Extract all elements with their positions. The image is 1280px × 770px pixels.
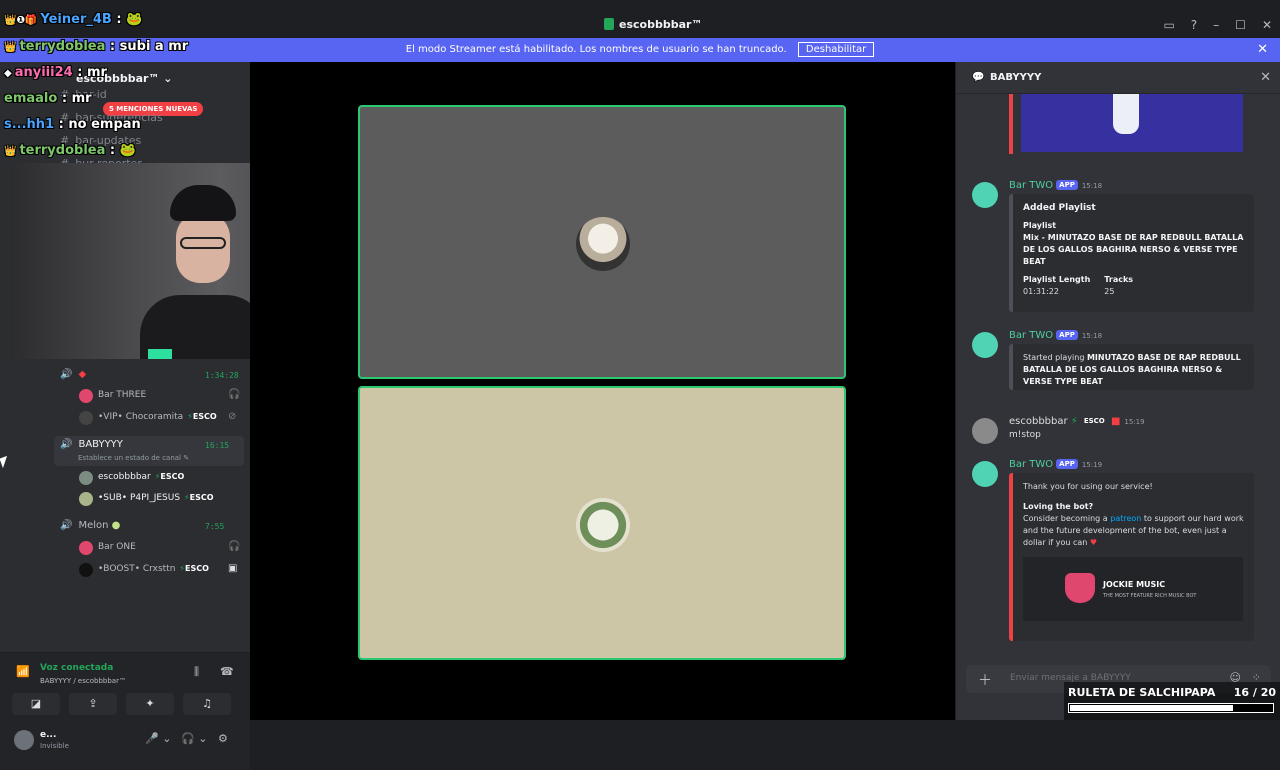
disable-streamer-button[interactable]: Deshabilitar xyxy=(797,42,875,57)
participant-tile[interactable] xyxy=(358,386,846,660)
bot-avatar[interactable] xyxy=(972,332,998,358)
hash-icon: # xyxy=(60,134,70,147)
avatar xyxy=(79,471,93,485)
chat-title: BABYYYY xyxy=(990,72,1042,83)
speaker-icon: 🔊 xyxy=(60,439,73,450)
screen-share-button[interactable]: ⇪ xyxy=(69,693,117,715)
chat-bubble-icon: 💬 xyxy=(972,72,985,83)
voice-channel-melon[interactable]: 🔊 Melon ● xyxy=(60,520,120,531)
server-icon xyxy=(604,18,614,30)
help-icon[interactable]: ? xyxy=(1191,18,1197,32)
ruleta-progress-fill xyxy=(1070,705,1234,711)
channel-bar-updates[interactable]: # bar-updates xyxy=(60,134,141,147)
disconnect-icon[interactable]: ☎ xyxy=(220,665,234,678)
server-name[interactable]: escobbbbar™ ⌄ xyxy=(76,72,172,85)
jockie-logo-icon xyxy=(1065,573,1095,603)
cup-image xyxy=(1113,94,1139,134)
avatar xyxy=(79,389,93,403)
channel-status[interactable]: Establece un estado de canal ✎ xyxy=(78,454,189,462)
plus-icon[interactable]: ＋ xyxy=(978,670,992,690)
voice-timer: 16:15 xyxy=(205,441,230,450)
avatar xyxy=(79,541,93,555)
user-panel: e... Invisible 🎤 ⌄ 🎧 ⌄ ⚙ xyxy=(0,720,250,770)
activities-button[interactable]: ✦ xyxy=(126,693,174,715)
voice-channel-1[interactable]: 🔊 ◆ xyxy=(60,369,86,380)
cherub-avatar xyxy=(576,498,630,552)
melon-icon: ● xyxy=(111,520,121,531)
username: e... xyxy=(40,730,57,740)
streamer-mode-bar: El modo Streamer está habilitado. Los no… xyxy=(0,38,1280,62)
embed-image xyxy=(1009,94,1254,154)
bot-avatar[interactable] xyxy=(972,182,998,208)
channel-bar-sugerencias[interactable]: # bar-sugerencias xyxy=(60,111,163,124)
ruleta-title: RULETA DE SALCHIPAPA xyxy=(1068,686,1216,699)
channel-emoji-icon: ◆ xyxy=(78,369,87,380)
close-icon[interactable]: ✕ xyxy=(1257,38,1268,62)
soundboard-button[interactable]: ♫ xyxy=(183,693,231,715)
text-chat-panel: 💬 BABYYYY ✕ Bar TWO APP 15:18 Added Playli… xyxy=(955,62,1280,720)
inbox-icon[interactable]: ▭ xyxy=(1163,18,1174,32)
streamer-mode-text: El modo Streamer está habilitado. Los no… xyxy=(405,44,787,55)
participant-tile[interactable] xyxy=(358,105,846,379)
camera-button[interactable]: ◪ xyxy=(12,693,60,715)
embed: Thank you for using our service! Loving … xyxy=(1009,473,1254,641)
heart-icon: ♥ xyxy=(1089,538,1098,547)
muted-icon: ⊘ xyxy=(228,411,237,422)
microphone-icon[interactable]: 🎤 ⌄ xyxy=(145,732,171,745)
voice-member[interactable]: •VIP• Chocoramita ⚡ESCO ⊘ xyxy=(0,408,250,428)
voice-timer: 7:55 xyxy=(205,522,225,531)
embed: Started playing MINUTAZO BASE DE RAP RED… xyxy=(1009,344,1254,390)
bot-avatar[interactable] xyxy=(972,461,998,487)
hash-icon: # xyxy=(60,111,70,124)
channel-bar-id[interactable]: # bar-id xyxy=(60,88,107,101)
avatar[interactable] xyxy=(14,730,34,750)
close-window-button[interactable]: ✕ xyxy=(1262,18,1272,32)
voice-member[interactable]: escobbbbar ⚡ESCO xyxy=(0,468,250,488)
camera-icon: ■ xyxy=(1110,416,1121,427)
gear-icon[interactable]: ⚙ xyxy=(218,732,228,745)
ruleta-progress-bar xyxy=(1068,703,1274,713)
voice-stage xyxy=(250,62,955,720)
user-avatar[interactable] xyxy=(972,418,998,444)
voice-connected-sub: BABYYYY / escobbbbar™ xyxy=(40,677,126,685)
voice-timer: 1:34:28 xyxy=(205,371,239,380)
streamer-figure xyxy=(140,185,266,359)
avatar xyxy=(79,492,93,506)
user-status: Invisible xyxy=(40,742,69,750)
voice-member[interactable]: Bar ONE 🎧 xyxy=(0,538,250,558)
minimize-button[interactable]: – xyxy=(1213,18,1219,32)
title-bar: escobbbbar™ ▭ ? – ☐ ✕ xyxy=(0,0,1280,38)
activity-icon: ▣ xyxy=(228,563,238,574)
deafened-icon: 🎧 xyxy=(228,541,241,552)
deafened-icon: 🎧 xyxy=(228,389,241,400)
voice-connected-label: Voz conectada xyxy=(40,663,114,673)
hash-icon: # xyxy=(60,88,70,101)
patreon-link[interactable]: patreon xyxy=(1110,514,1141,523)
speaker-icon: 🔊 xyxy=(60,520,73,531)
embed: Added Playlist Playlist Mix - MINUTAZO B… xyxy=(1009,194,1254,312)
ruleta-overlay: RULETA DE SALCHIPAPA 16 / 20 xyxy=(1064,682,1280,720)
close-icon[interactable]: ✕ xyxy=(1260,70,1271,85)
ruleta-count: 16 / 20 xyxy=(1233,686,1276,699)
mug-accent xyxy=(148,349,172,359)
speaker-icon: 🔊 xyxy=(60,369,73,380)
noise-suppression-icon[interactable]: ⫼ xyxy=(194,665,199,679)
avatar xyxy=(79,563,93,577)
voice-channel-babyyyy[interactable]: 🔊 BABYYYY xyxy=(60,439,123,450)
dog-avatar xyxy=(576,217,630,271)
signal-icon: 📶 xyxy=(16,665,30,678)
maximize-button[interactable]: ☐ xyxy=(1235,18,1246,32)
channel-sidebar: escobbbbar™ ⌄ 5 MENCIONES NUEVAS # bar-id… xyxy=(0,62,250,770)
voice-member[interactable]: •SUB• P4PI_JESUS ⚡ESCO xyxy=(0,489,250,509)
avatar xyxy=(79,411,93,425)
message-text: m!stop xyxy=(1009,430,1041,440)
voice-member[interactable]: •BOOST• Crxsttn ⚡ESCO ▣ xyxy=(0,560,250,580)
jockie-music-banner: JOCKIE MUSIC THE MOST FEATURE RICH MUSIC… xyxy=(1023,557,1243,621)
headphones-icon[interactable]: 🎧 ⌄ xyxy=(181,732,207,745)
voice-connection-panel: 📶 Voz conectada BABYYYY / escobbbbar™ ⫼ … xyxy=(0,652,250,720)
chat-header: 💬 BABYYYY ✕ xyxy=(956,62,1280,94)
window-title: escobbbbar™ xyxy=(604,18,702,31)
voice-member[interactable]: Bar THREE 🎧 xyxy=(0,386,250,406)
